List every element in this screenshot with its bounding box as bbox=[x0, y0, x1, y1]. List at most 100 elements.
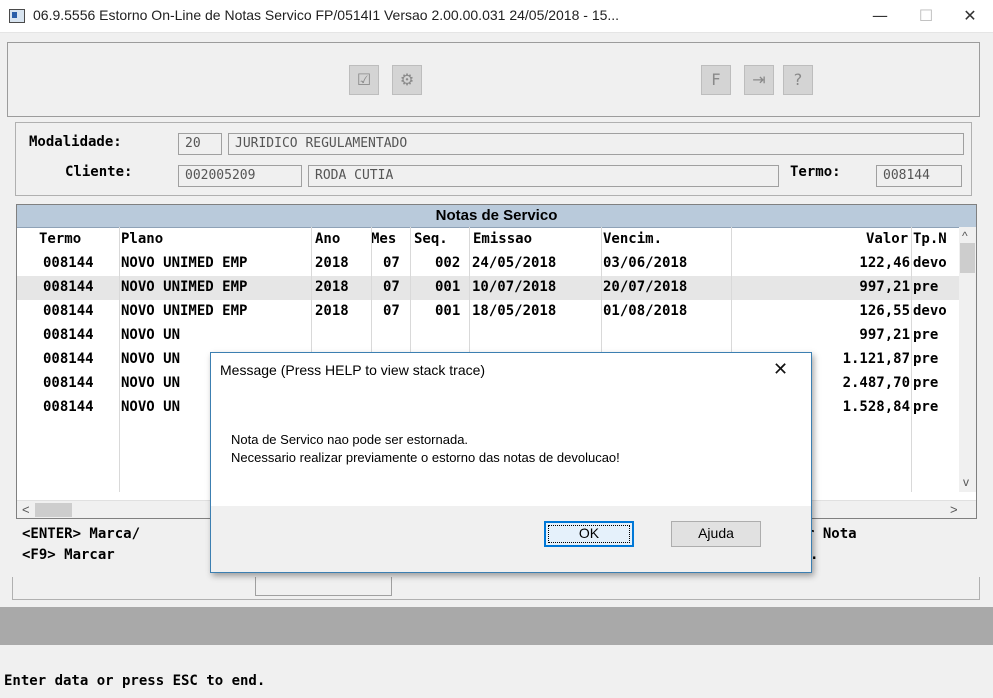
horizontal-scroll-thumb[interactable] bbox=[35, 503, 72, 517]
termo-field[interactable]: 008144 bbox=[876, 165, 962, 187]
table-cell: NOVO UNIMED EMP bbox=[121, 303, 248, 319]
table-cell: 008144 bbox=[43, 279, 94, 295]
toolbar: ☑ ⚙ F ⇥ ? bbox=[7, 42, 980, 117]
table-cell: pre bbox=[913, 351, 939, 367]
close-button[interactable]: ✕ bbox=[947, 0, 993, 32]
table-cell: pre bbox=[913, 279, 939, 295]
table-cell: NOVO UNIMED EMP bbox=[121, 279, 248, 295]
help-button[interactable]: Ajuda bbox=[671, 521, 761, 547]
dialog-message-line1: Nota de Servico nao pode ser estornada. bbox=[231, 432, 469, 447]
col-header-plano[interactable]: Plano bbox=[121, 231, 163, 247]
table-cell: 997,21 bbox=[859, 327, 910, 343]
table-cell: pre bbox=[913, 327, 939, 343]
table-cell: pre bbox=[913, 399, 939, 415]
modalidade-label: Modalidade: bbox=[29, 134, 122, 150]
modalidade-desc-field: JURIDICO REGULAMENTADO bbox=[228, 133, 964, 155]
table-row[interactable]: 008144 NOVO UNIMED EMP 2018 07 002 24/05/2018… bbox=[17, 252, 962, 276]
table-cell: 01/08/2018 bbox=[603, 303, 688, 319]
dialog-body: Nota de Servico nao pode ser estornada. … bbox=[211, 389, 811, 506]
table-cell: 126,55 bbox=[859, 303, 910, 319]
footer-line1-left: <ENTER> Marca/ bbox=[22, 526, 141, 542]
scroll-up-icon[interactable]: ^ bbox=[962, 229, 968, 243]
scroll-right-icon[interactable]: > bbox=[950, 502, 958, 517]
exit-form-icon[interactable]: F bbox=[701, 65, 731, 95]
footer-panel bbox=[12, 577, 980, 600]
table-cell: 07 bbox=[383, 303, 400, 319]
table-cell: 07 bbox=[383, 279, 400, 295]
vertical-scrollbar[interactable]: ^ v bbox=[959, 227, 976, 492]
footer-field bbox=[255, 577, 392, 596]
table-cell: 20/07/2018 bbox=[603, 279, 688, 295]
table-cell: 2018 bbox=[315, 255, 349, 271]
help-icon[interactable]: ? bbox=[783, 65, 813, 95]
door-exit-icon[interactable]: ⇥ bbox=[744, 65, 774, 95]
window-title: 06.9.5556 Estorno On-Line de Notas Servi… bbox=[33, 7, 620, 23]
table-cell: 122,46 bbox=[859, 255, 910, 271]
col-header-valor[interactable]: Valor bbox=[866, 231, 908, 247]
col-divider bbox=[911, 227, 912, 492]
table-cell: NOVO UN bbox=[121, 399, 181, 415]
table-cell: 008144 bbox=[43, 255, 94, 271]
table-cell: 008144 bbox=[43, 327, 94, 343]
footer-line2-left: <F9> Marcar bbox=[22, 547, 115, 563]
table-cell: 18/05/2018 bbox=[472, 303, 557, 319]
vertical-scroll-thumb[interactable] bbox=[960, 243, 975, 273]
table-cell: pre bbox=[913, 375, 939, 391]
table-cell: 008144 bbox=[43, 375, 94, 391]
status-message: Enter data or press ESC to end. bbox=[4, 673, 266, 689]
termo-label: Termo: bbox=[790, 164, 841, 180]
list-check-icon[interactable]: ☑ bbox=[349, 65, 379, 95]
table-cell: NOVO UNIMED EMP bbox=[121, 255, 248, 271]
table-cell: 008144 bbox=[43, 303, 94, 319]
bottom-band bbox=[0, 607, 993, 645]
col-header-ano[interactable]: Ano bbox=[315, 231, 340, 247]
cliente-code-field[interactable]: 002005209 bbox=[178, 165, 302, 187]
modalidade-code-field[interactable]: 20 bbox=[178, 133, 222, 155]
table-cell: 997,21 bbox=[859, 279, 910, 295]
dialog-close-button[interactable]: ✕ bbox=[773, 359, 788, 380]
footer-line1-right: r Nota bbox=[806, 526, 857, 542]
app-icon bbox=[9, 9, 25, 23]
col-header-mes[interactable]: Mes bbox=[371, 231, 396, 247]
table-cell: NOVO UN bbox=[121, 327, 181, 343]
table-cell: 001 bbox=[435, 303, 461, 319]
table-cell: 2018 bbox=[315, 303, 349, 319]
browse-title: Notas de Servico bbox=[17, 205, 976, 228]
table-cell: 001 bbox=[435, 279, 461, 295]
message-dialog: Message (Press HELP to view stack trace)… bbox=[210, 352, 812, 573]
table-cell: 1.121,87 bbox=[842, 351, 910, 367]
col-header-vencim[interactable]: Vencim. bbox=[603, 231, 662, 247]
cliente-label: Cliente: bbox=[65, 164, 133, 180]
table-row[interactable]: 008144 NOVO UNIMED EMP 2018 07 001 10/07/2018… bbox=[17, 276, 962, 300]
gears-icon[interactable]: ⚙ bbox=[392, 65, 422, 95]
col-header-seq[interactable]: Seq. bbox=[414, 231, 448, 247]
col-header-emissao[interactable]: Emissao bbox=[473, 231, 532, 247]
dialog-title: Message (Press HELP to view stack trace) bbox=[220, 362, 486, 378]
maximize-button[interactable]: ☐ bbox=[903, 0, 949, 32]
ok-button[interactable]: OK bbox=[544, 521, 634, 547]
table-cell: 07 bbox=[383, 255, 400, 271]
col-header-tpn[interactable]: Tp.N bbox=[913, 231, 947, 247]
table-cell: 002 bbox=[435, 255, 461, 271]
table-cell: devo bbox=[913, 255, 947, 271]
scroll-left-icon[interactable]: < bbox=[22, 502, 30, 517]
cliente-name-field: RODA CUTIA bbox=[308, 165, 779, 187]
minimize-button[interactable]: — bbox=[857, 0, 903, 32]
table-cell: 008144 bbox=[43, 351, 94, 367]
scroll-down-icon[interactable]: v bbox=[963, 475, 969, 489]
table-cell: NOVO UN bbox=[121, 375, 181, 391]
col-header-termo[interactable]: Termo bbox=[39, 231, 81, 247]
table-cell: 1.528,84 bbox=[842, 399, 910, 415]
table-row[interactable]: 008144 NOVO UNIMED EMP 2018 07 001 18/05/2018… bbox=[17, 300, 962, 324]
dialog-message-line2: Necessario realizar previamente o estorn… bbox=[231, 450, 620, 465]
table-cell: 10/07/2018 bbox=[472, 279, 557, 295]
table-cell: 2.487,70 bbox=[842, 375, 910, 391]
table-cell: devo bbox=[913, 303, 947, 319]
table-cell: 2018 bbox=[315, 279, 349, 295]
table-row[interactable]: 008144 NOVO UN 997,21 pre bbox=[17, 324, 962, 348]
table-cell: 24/05/2018 bbox=[472, 255, 557, 271]
window-titlebar: 06.9.5556 Estorno On-Line de Notas Servi… bbox=[0, 0, 993, 33]
dialog-titlebar: Message (Press HELP to view stack trace)… bbox=[211, 353, 811, 389]
table-cell: NOVO UN bbox=[121, 351, 181, 367]
col-divider bbox=[119, 227, 120, 492]
